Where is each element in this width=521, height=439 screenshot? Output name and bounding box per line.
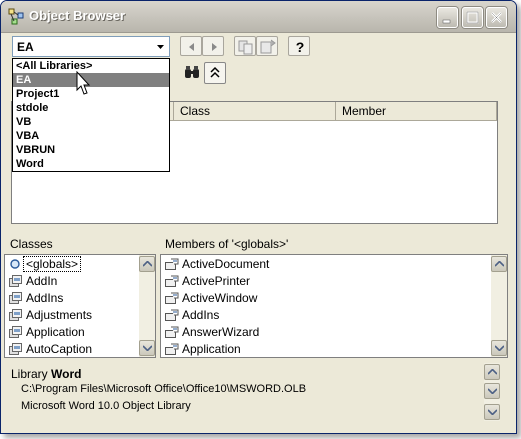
members-scrollbar[interactable] bbox=[491, 255, 507, 357]
details-header: Library Word bbox=[11, 367, 81, 381]
class-icon bbox=[9, 275, 22, 287]
property-icon bbox=[165, 292, 179, 304]
list-item[interactable]: AutoCaption bbox=[5, 341, 139, 357]
dropdown-arrow-icon[interactable] bbox=[153, 38, 168, 55]
binoculars-icon bbox=[185, 66, 199, 78]
class-name: AutoCaption bbox=[26, 342, 93, 356]
list-item[interactable]: AnswerWizard bbox=[161, 324, 489, 341]
property-icon bbox=[165, 275, 179, 287]
column-header-member[interactable]: Member bbox=[336, 102, 497, 121]
column-header-class[interactable]: Class bbox=[174, 102, 336, 121]
close-button[interactable] bbox=[486, 7, 507, 28]
minimize-button[interactable] bbox=[437, 7, 458, 28]
library-combo[interactable]: EA bbox=[12, 36, 170, 57]
dropdown-item[interactable]: stdole bbox=[13, 101, 169, 115]
collapse-icon bbox=[210, 66, 220, 78]
library-combo-value: EA bbox=[17, 40, 34, 54]
details-pane: Library Word C:\Program Files\Microsoft … bbox=[11, 363, 499, 425]
member-name: AddIns bbox=[182, 308, 220, 322]
list-item[interactable]: ActivePrinter bbox=[161, 273, 489, 290]
list-item[interactable]: Application bbox=[161, 341, 489, 357]
class-name: AddIns bbox=[26, 291, 64, 305]
scroll-up-icon bbox=[143, 261, 152, 267]
scroll-down-icon bbox=[143, 345, 152, 351]
class-icon bbox=[9, 309, 22, 321]
dropdown-item[interactable]: VBRUN bbox=[13, 143, 169, 157]
forward-button[interactable] bbox=[202, 36, 224, 56]
mouse-cursor-icon bbox=[76, 71, 91, 95]
scroll-up-icon bbox=[495, 261, 504, 267]
close-icon bbox=[491, 12, 502, 23]
property-icon bbox=[165, 258, 179, 270]
copy-button[interactable] bbox=[234, 36, 256, 56]
object-browser-window: Object Browser EA <All Libraries> EA Pro… bbox=[0, 0, 517, 434]
class-name: AddIn bbox=[26, 274, 58, 288]
list-item[interactable]: Application bbox=[5, 324, 139, 341]
classes-list[interactable]: <globals> AddIn AddIns Adjustments Appli… bbox=[4, 254, 156, 358]
class-name: Application bbox=[26, 325, 85, 339]
member-name: Application bbox=[182, 342, 241, 356]
scroll-down-icon bbox=[488, 388, 497, 394]
list-item[interactable]: AddIns bbox=[161, 307, 489, 324]
member-name: ActiveWindow bbox=[182, 291, 258, 305]
copy-icon bbox=[238, 40, 253, 55]
list-item[interactable]: ActiveWindow bbox=[161, 290, 489, 307]
property-icon bbox=[165, 343, 179, 355]
list-item[interactable]: AddIns bbox=[5, 290, 139, 307]
search-button[interactable] bbox=[181, 62, 203, 84]
property-icon bbox=[165, 309, 179, 321]
window-title: Object Browser bbox=[29, 8, 126, 23]
list-item[interactable]: Adjustments bbox=[5, 307, 139, 324]
dropdown-item[interactable]: VB bbox=[13, 115, 169, 129]
members-caption: Members of '<globals>' bbox=[165, 237, 289, 251]
property-icon bbox=[165, 326, 179, 338]
details-scrollbar[interactable] bbox=[484, 363, 500, 421]
class-icon bbox=[9, 343, 22, 355]
help-icon: ? bbox=[296, 39, 305, 55]
details-description: Microsoft Word 10.0 Object Library bbox=[21, 400, 191, 412]
members-list[interactable]: ActiveDocument ActivePrinter ActiveWindo… bbox=[160, 254, 508, 358]
class-icon bbox=[9, 326, 22, 338]
dropdown-item[interactable]: VBA bbox=[13, 129, 169, 143]
dropdown-item[interactable]: Word bbox=[13, 157, 169, 171]
list-item[interactable]: ActiveDocument bbox=[161, 256, 489, 273]
view-definition-icon bbox=[260, 39, 276, 54]
scroll-down-button[interactable] bbox=[484, 383, 500, 399]
list-item-globals[interactable]: <globals> bbox=[5, 256, 139, 273]
class-name: Adjustments bbox=[26, 308, 93, 322]
scroll-up-button[interactable] bbox=[484, 364, 500, 380]
svg-text:?: ? bbox=[296, 39, 305, 55]
member-name: ActivePrinter bbox=[182, 274, 251, 288]
forward-icon bbox=[212, 43, 217, 51]
globals-icon bbox=[10, 259, 20, 269]
back-button[interactable] bbox=[180, 36, 202, 56]
minimize-icon bbox=[442, 19, 451, 24]
hide-search-results-button[interactable] bbox=[204, 62, 226, 84]
scroll-up-icon bbox=[488, 369, 497, 375]
scroll-down-button[interactable] bbox=[491, 340, 507, 356]
scroll-down-icon bbox=[488, 409, 497, 415]
class-name: <globals> bbox=[23, 256, 82, 272]
back-icon bbox=[189, 43, 194, 51]
member-name: AnswerWizard bbox=[182, 325, 260, 339]
help-button[interactable]: ? bbox=[288, 36, 310, 56]
member-name: ActiveDocument bbox=[182, 257, 270, 271]
title-bar[interactable]: Object Browser bbox=[1, 1, 516, 33]
classes-scrollbar[interactable] bbox=[139, 255, 155, 357]
maximize-icon bbox=[466, 11, 479, 24]
scroll-down-icon bbox=[495, 345, 504, 351]
scroll-up-button[interactable] bbox=[139, 256, 155, 272]
details-library-name[interactable]: Word bbox=[51, 367, 81, 381]
classes-caption: Classes bbox=[10, 237, 53, 251]
class-icon bbox=[9, 292, 22, 304]
scroll-down-button[interactable] bbox=[484, 404, 500, 420]
object-browser-icon bbox=[8, 8, 25, 25]
scroll-up-button[interactable] bbox=[491, 256, 507, 272]
details-path: C:\Program Files\Microsoft Office\Office… bbox=[21, 383, 307, 395]
list-item[interactable]: AddIn bbox=[5, 273, 139, 290]
maximize-button[interactable] bbox=[462, 7, 483, 28]
scroll-down-button[interactable] bbox=[139, 340, 155, 356]
details-prefix: Library bbox=[11, 367, 48, 381]
view-definition-button[interactable] bbox=[256, 36, 278, 56]
